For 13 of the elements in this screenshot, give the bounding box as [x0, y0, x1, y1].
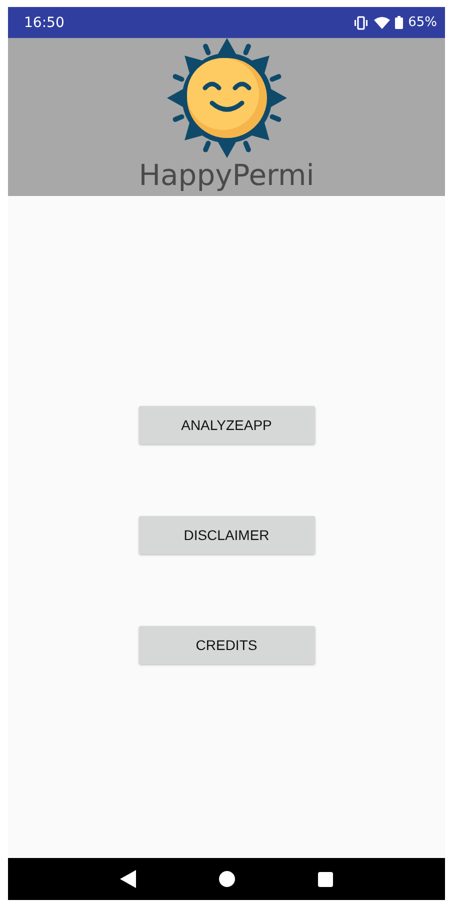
back-icon[interactable] — [120, 870, 136, 888]
menu-button[interactable]: DISCLAIMER — [138, 516, 314, 554]
battery-percent: 65% — [408, 15, 437, 30]
wifi-icon — [374, 16, 390, 28]
home-icon[interactable] — [218, 871, 235, 887]
vibrate-icon — [353, 16, 370, 30]
battery-icon — [395, 16, 404, 29]
smiling-sun-icon — [164, 36, 288, 160]
menu-button[interactable]: CREDITS — [138, 626, 314, 664]
app-title: HappyPermi — [138, 158, 314, 192]
recents-icon[interactable] — [318, 872, 334, 886]
status-time: 16:50 — [24, 14, 64, 30]
menu-button[interactable]: ANALYZEAPP — [138, 406, 314, 444]
